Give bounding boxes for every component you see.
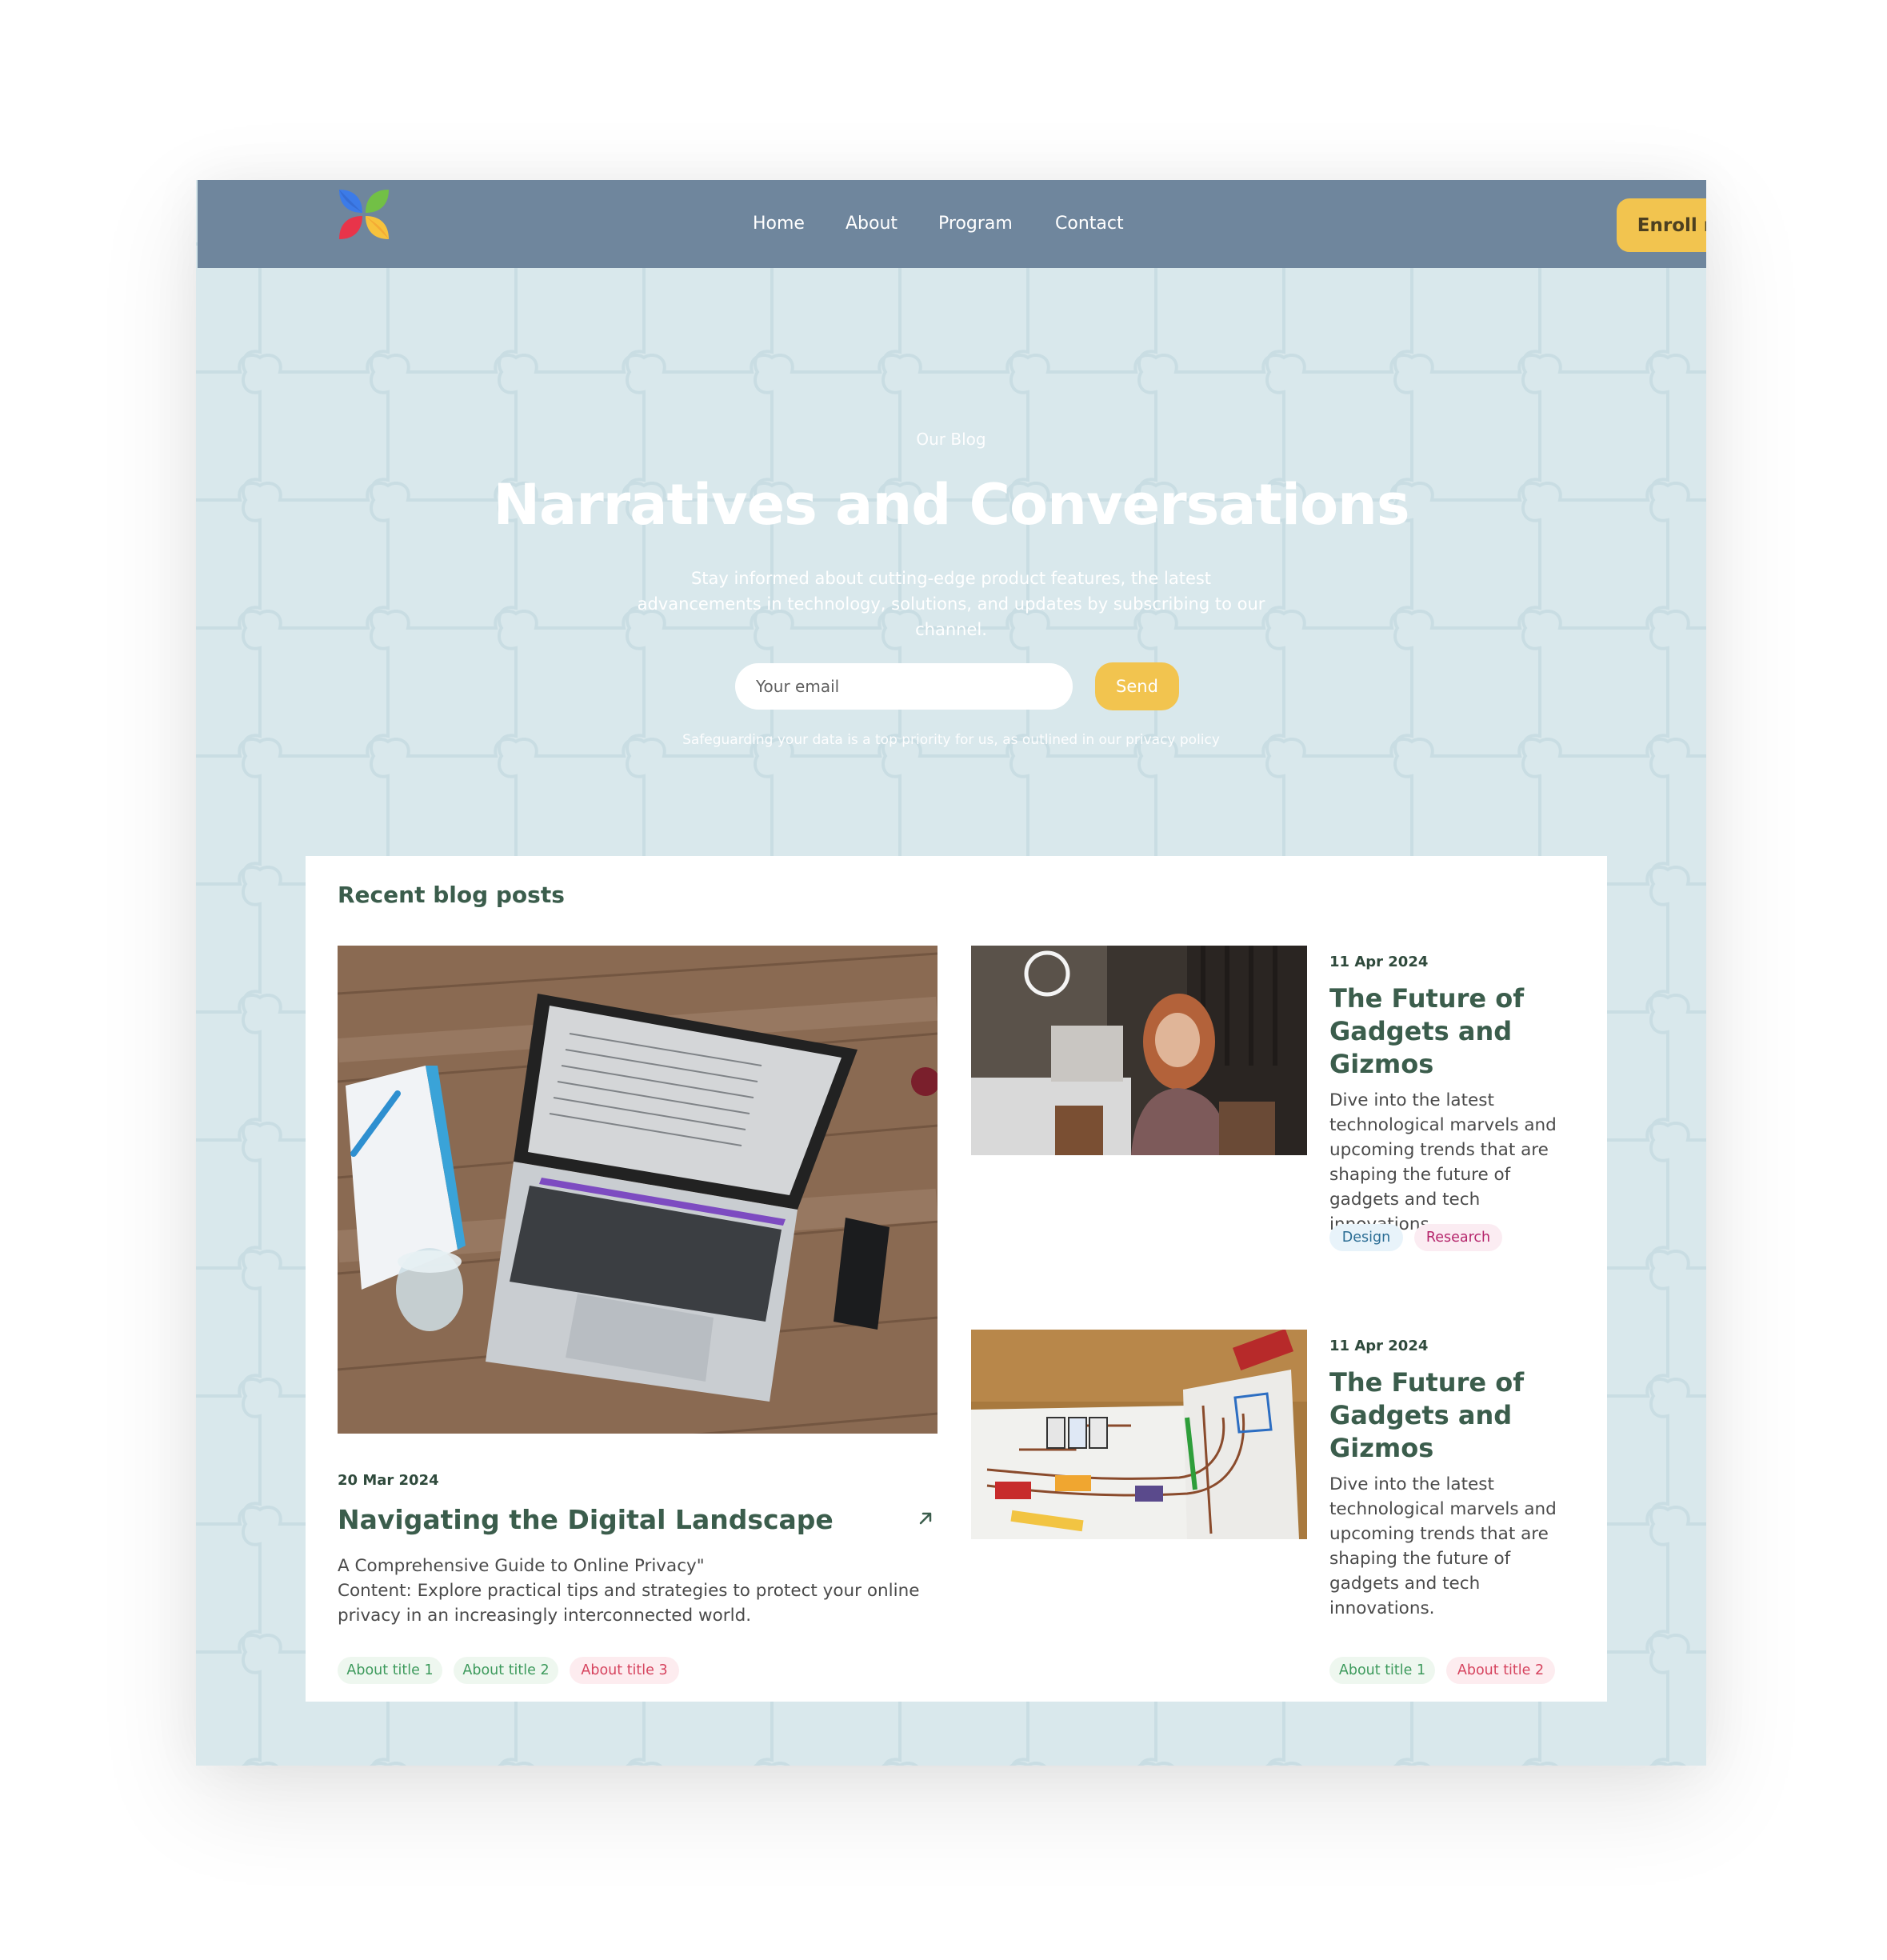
- tag-about-title-1[interactable]: About title 1: [1329, 1657, 1435, 1684]
- post-2-title[interactable]: The Future of Gadgets and Gizmos: [1329, 1366, 1569, 1465]
- featured-post-desc-line1: A Comprehensive Guide to Online Privacy": [338, 1556, 705, 1576]
- featured-post-title[interactable]: Navigating the Digital Landscape: [338, 1504, 834, 1535]
- nav-contact-link[interactable]: Contact: [1055, 214, 1124, 234]
- post-2-image[interactable]: [971, 1330, 1307, 1539]
- post-2-date: 11 Apr 2024: [1329, 1338, 1429, 1354]
- tag-about-title-2[interactable]: About title 2: [1446, 1657, 1555, 1684]
- nav-home-link[interactable]: Home: [753, 214, 805, 234]
- tag-about-title-3[interactable]: About title 3: [570, 1657, 679, 1684]
- hero-kicker: Our Blog: [916, 430, 986, 449]
- tag-about-title-2[interactable]: About title 2: [454, 1657, 558, 1684]
- hero-title: Narratives and Conversations: [493, 472, 1409, 538]
- section-title: Recent blog posts: [338, 882, 565, 908]
- nav-about-link[interactable]: About: [846, 214, 898, 234]
- featured-post-image[interactable]: [338, 946, 938, 1434]
- featured-post-desc-line2: Content: Explore practical tips and stra…: [338, 1581, 920, 1626]
- tag-about-title-1[interactable]: About title 1: [338, 1657, 442, 1684]
- blog-posts-card: Recent blog posts 20 Mar 2024 Navigating…: [306, 856, 1607, 1702]
- top-navbar: Home About Program Contact Enroll now: [198, 180, 1706, 268]
- featured-post-description: A Comprehensive Guide to Online Privacy"…: [338, 1554, 922, 1628]
- tag-design[interactable]: Design: [1329, 1224, 1403, 1251]
- post-1-description: Dive into the latest technological marve…: [1329, 1090, 1557, 1234]
- email-input[interactable]: [735, 663, 1073, 710]
- post-1-image[interactable]: [971, 946, 1307, 1155]
- enroll-now-button[interactable]: Enroll now: [1617, 198, 1706, 252]
- privacy-note: Safeguarding your data is a top priority…: [682, 732, 1220, 748]
- post-1-title[interactable]: The Future of Gadgets and Gizmos: [1329, 982, 1569, 1081]
- post-2-description: Dive into the latest technological marve…: [1329, 1474, 1557, 1618]
- nav-program-link[interactable]: Program: [938, 214, 1013, 234]
- nav-links: Home About Program Contact: [198, 180, 1706, 268]
- arrow-up-right-icon[interactable]: [916, 1509, 935, 1528]
- page: Home About Program Contact Enroll now Ou…: [196, 180, 1706, 1766]
- tag-research[interactable]: Research: [1414, 1224, 1502, 1251]
- send-button[interactable]: Send: [1095, 662, 1179, 710]
- featured-post-date: 20 Mar 2024: [338, 1472, 439, 1489]
- hero-subtitle: Stay informed about cutting-edge product…: [637, 569, 1265, 639]
- post-1-date: 11 Apr 2024: [1329, 954, 1429, 970]
